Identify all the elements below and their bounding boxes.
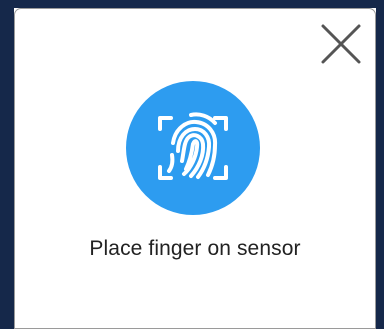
fingerprint-dialog: Place finger on sensor bbox=[14, 8, 376, 329]
fingerprint-prompt: Place finger on sensor bbox=[89, 237, 301, 260]
backdrop-left bbox=[0, 0, 14, 329]
fingerprint-badge bbox=[126, 81, 260, 215]
close-button[interactable] bbox=[319, 22, 363, 66]
backdrop bbox=[0, 0, 384, 8]
close-icon bbox=[321, 24, 361, 64]
fingerprint-scan-icon bbox=[158, 112, 228, 180]
backdrop-right bbox=[376, 0, 384, 329]
